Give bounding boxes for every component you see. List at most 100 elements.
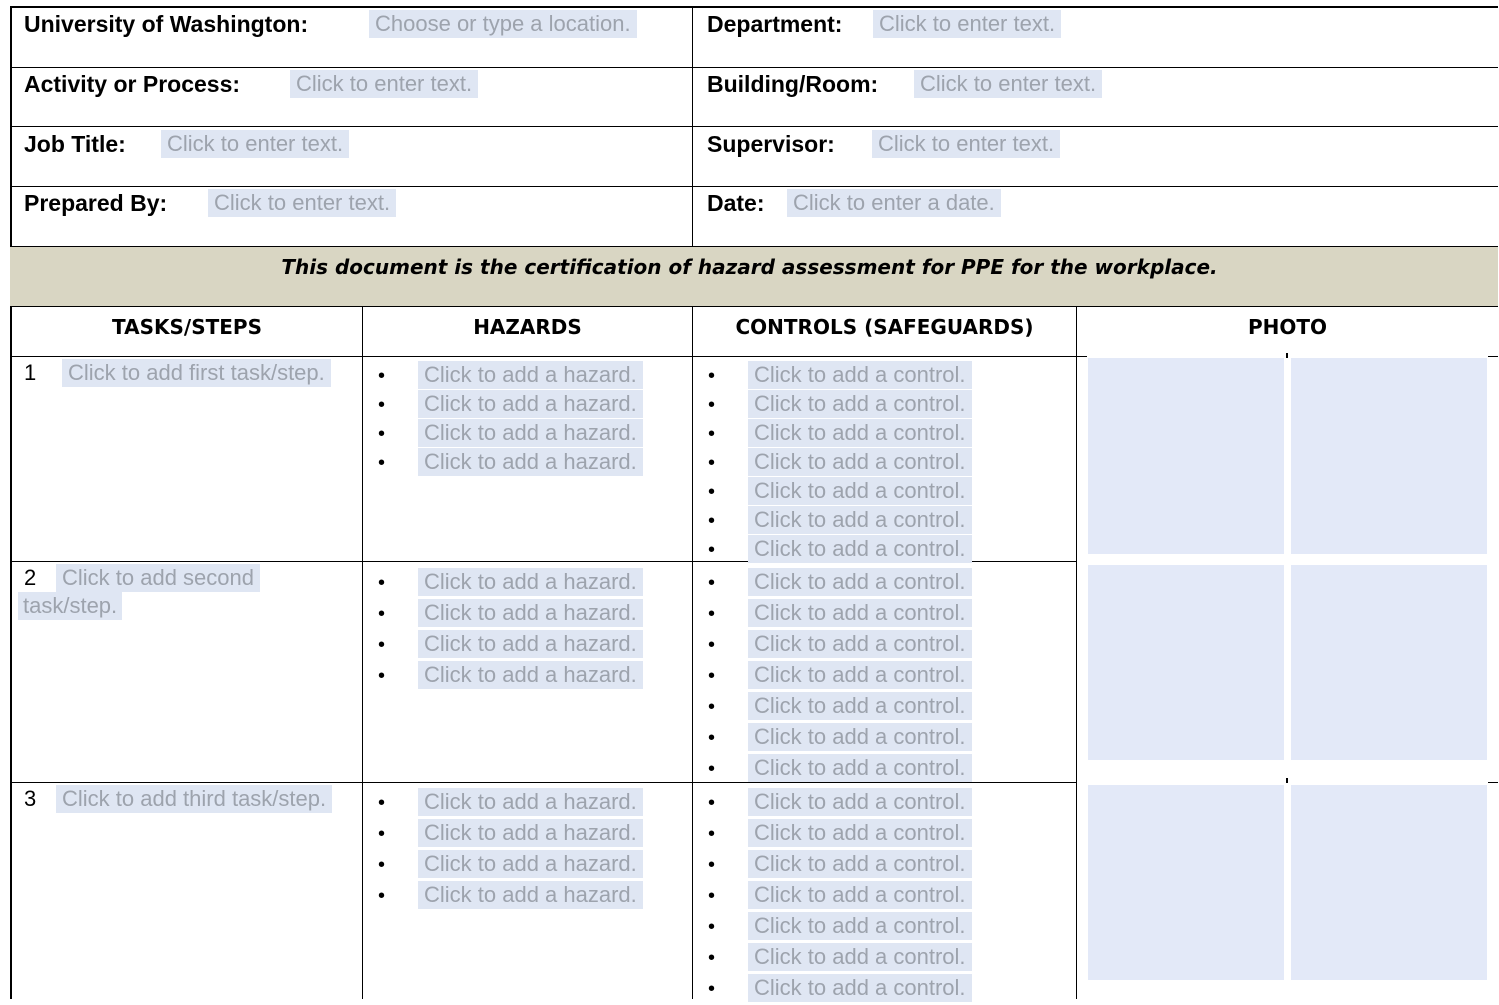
task-field[interactable]: Click to add first task/step. bbox=[62, 359, 331, 387]
task-field-continuation[interactable]: task/step. bbox=[18, 592, 123, 620]
photo-placeholder[interactable] bbox=[1291, 785, 1487, 980]
hazard-field[interactable]: Click to add a hazard. bbox=[418, 630, 643, 658]
control-field[interactable]: Click to add a control. bbox=[748, 448, 972, 476]
bullet: • bbox=[378, 885, 386, 907]
control-field[interactable]: Click to add a control. bbox=[748, 477, 972, 505]
job-title-label: Job Title: bbox=[24, 131, 126, 157]
control-field[interactable]: Click to add a control. bbox=[748, 692, 972, 720]
bullet: • bbox=[708, 696, 716, 718]
activity-field[interactable]: Click to enter text. bbox=[290, 70, 479, 98]
column-divider bbox=[1076, 306, 1077, 999]
date-field[interactable]: Click to enter a date. bbox=[787, 189, 1001, 217]
table-border-left bbox=[10, 6, 12, 999]
bullet: • bbox=[708, 916, 716, 938]
bullet: • bbox=[378, 634, 386, 656]
task-field[interactable]: Click to add third task/step. bbox=[56, 785, 333, 813]
bullet: • bbox=[378, 365, 386, 387]
control-field[interactable]: Click to add a control. bbox=[748, 661, 972, 689]
row-divider bbox=[10, 126, 1498, 127]
column-divider bbox=[362, 306, 363, 999]
header-column-divider bbox=[692, 6, 693, 246]
bullet: • bbox=[708, 365, 716, 387]
photo-placeholder[interactable] bbox=[1088, 785, 1284, 980]
control-field[interactable]: Click to add a control. bbox=[748, 506, 972, 534]
bullet: • bbox=[378, 792, 386, 814]
job-title-field[interactable]: Click to enter text. bbox=[161, 130, 350, 158]
control-field[interactable]: Click to add a control. bbox=[748, 390, 972, 418]
hazard-field[interactable]: Click to add a hazard. bbox=[418, 390, 643, 418]
bullet: • bbox=[708, 978, 716, 1000]
hazard-field[interactable]: Click to add a hazard. bbox=[418, 419, 643, 447]
photo-placeholder[interactable] bbox=[1088, 358, 1284, 554]
row-divider bbox=[10, 67, 1498, 68]
bullet: • bbox=[708, 572, 716, 594]
bullet: • bbox=[708, 727, 716, 749]
hazard-field[interactable]: Click to add a hazard. bbox=[418, 881, 643, 909]
control-field[interactable]: Click to add a control. bbox=[748, 599, 972, 627]
task-field[interactable]: Click to add second bbox=[56, 564, 260, 592]
bullet: • bbox=[708, 854, 716, 876]
control-field[interactable]: Click to add a control. bbox=[748, 881, 972, 909]
bullet: • bbox=[378, 423, 386, 445]
photo-placeholder[interactable] bbox=[1088, 565, 1284, 760]
hazard-field[interactable]: Click to add a hazard. bbox=[418, 599, 643, 627]
photo-cell-tick bbox=[1286, 353, 1288, 358]
photo-placeholder[interactable] bbox=[1291, 565, 1487, 760]
bullet: • bbox=[708, 452, 716, 474]
control-field[interactable]: Click to add a control. bbox=[748, 535, 972, 563]
certification-statement: This document is the certification of ha… bbox=[281, 255, 1218, 279]
hazard-field[interactable]: Click to add a hazard. bbox=[418, 361, 643, 389]
bullet: • bbox=[708, 758, 716, 780]
photo-cell-tick bbox=[1286, 778, 1288, 783]
column-header-photo: PHOTO bbox=[1247, 315, 1328, 339]
hazard-field[interactable]: Click to add a hazard. bbox=[418, 448, 643, 476]
hazard-field[interactable]: Click to add a hazard. bbox=[418, 819, 643, 847]
department-field[interactable]: Click to enter text. bbox=[873, 10, 1062, 38]
hazard-field[interactable]: Click to add a hazard. bbox=[418, 568, 643, 596]
control-field[interactable]: Click to add a control. bbox=[748, 419, 972, 447]
control-field[interactable]: Click to add a control. bbox=[748, 912, 972, 940]
control-field[interactable]: Click to add a control. bbox=[748, 943, 972, 971]
university-location-field[interactable]: Choose or type a location. bbox=[369, 10, 637, 38]
control-field[interactable]: Click to add a control. bbox=[748, 819, 972, 847]
control-field[interactable]: Click to add a control. bbox=[748, 788, 972, 816]
task-number: 1 bbox=[24, 360, 37, 385]
bullet: • bbox=[708, 539, 716, 561]
row-divider bbox=[10, 356, 1087, 357]
photo-row-divider bbox=[1488, 782, 1498, 783]
control-field[interactable]: Click to add a control. bbox=[748, 361, 972, 389]
task-number: 3 bbox=[24, 786, 37, 811]
bullet: • bbox=[708, 603, 716, 625]
bullet: • bbox=[708, 665, 716, 687]
control-field[interactable]: Click to add a control. bbox=[748, 723, 972, 751]
bullet: • bbox=[708, 634, 716, 656]
department-label: Department: bbox=[707, 11, 843, 37]
hazard-field[interactable]: Click to add a hazard. bbox=[418, 850, 643, 878]
control-field[interactable]: Click to add a control. bbox=[748, 630, 972, 658]
bullet: • bbox=[378, 823, 386, 845]
building-room-field[interactable]: Click to enter text. bbox=[914, 70, 1103, 98]
row-divider bbox=[10, 782, 1077, 783]
activity-label: Activity or Process: bbox=[24, 71, 241, 97]
prepared-by-field[interactable]: Click to enter text. bbox=[208, 189, 397, 217]
column-divider bbox=[692, 306, 693, 999]
control-field[interactable]: Click to add a control. bbox=[748, 850, 972, 878]
hazard-field[interactable]: Click to add a hazard. bbox=[418, 788, 643, 816]
bullet: • bbox=[708, 510, 716, 532]
row-divider bbox=[10, 186, 1498, 187]
bullet: • bbox=[708, 481, 716, 503]
photo-placeholder[interactable] bbox=[1291, 358, 1487, 554]
column-header-hazards: HAZARDS bbox=[473, 315, 582, 339]
supervisor-field[interactable]: Click to enter text. bbox=[872, 130, 1061, 158]
control-field[interactable]: Click to add a control. bbox=[748, 754, 972, 782]
building-room-label: Building/Room: bbox=[707, 71, 879, 97]
supervisor-label: Supervisor: bbox=[707, 131, 835, 157]
bullet: • bbox=[708, 792, 716, 814]
hazard-field[interactable]: Click to add a hazard. bbox=[418, 661, 643, 689]
bullet: • bbox=[708, 885, 716, 907]
control-field[interactable]: Click to add a control. bbox=[748, 974, 972, 1002]
column-header-controls: CONTROLS (SAFEGUARDS) bbox=[735, 315, 1034, 339]
control-field[interactable]: Click to add a control. bbox=[748, 568, 972, 596]
bullet: • bbox=[708, 823, 716, 845]
university-label: University of Washington: bbox=[24, 11, 309, 37]
